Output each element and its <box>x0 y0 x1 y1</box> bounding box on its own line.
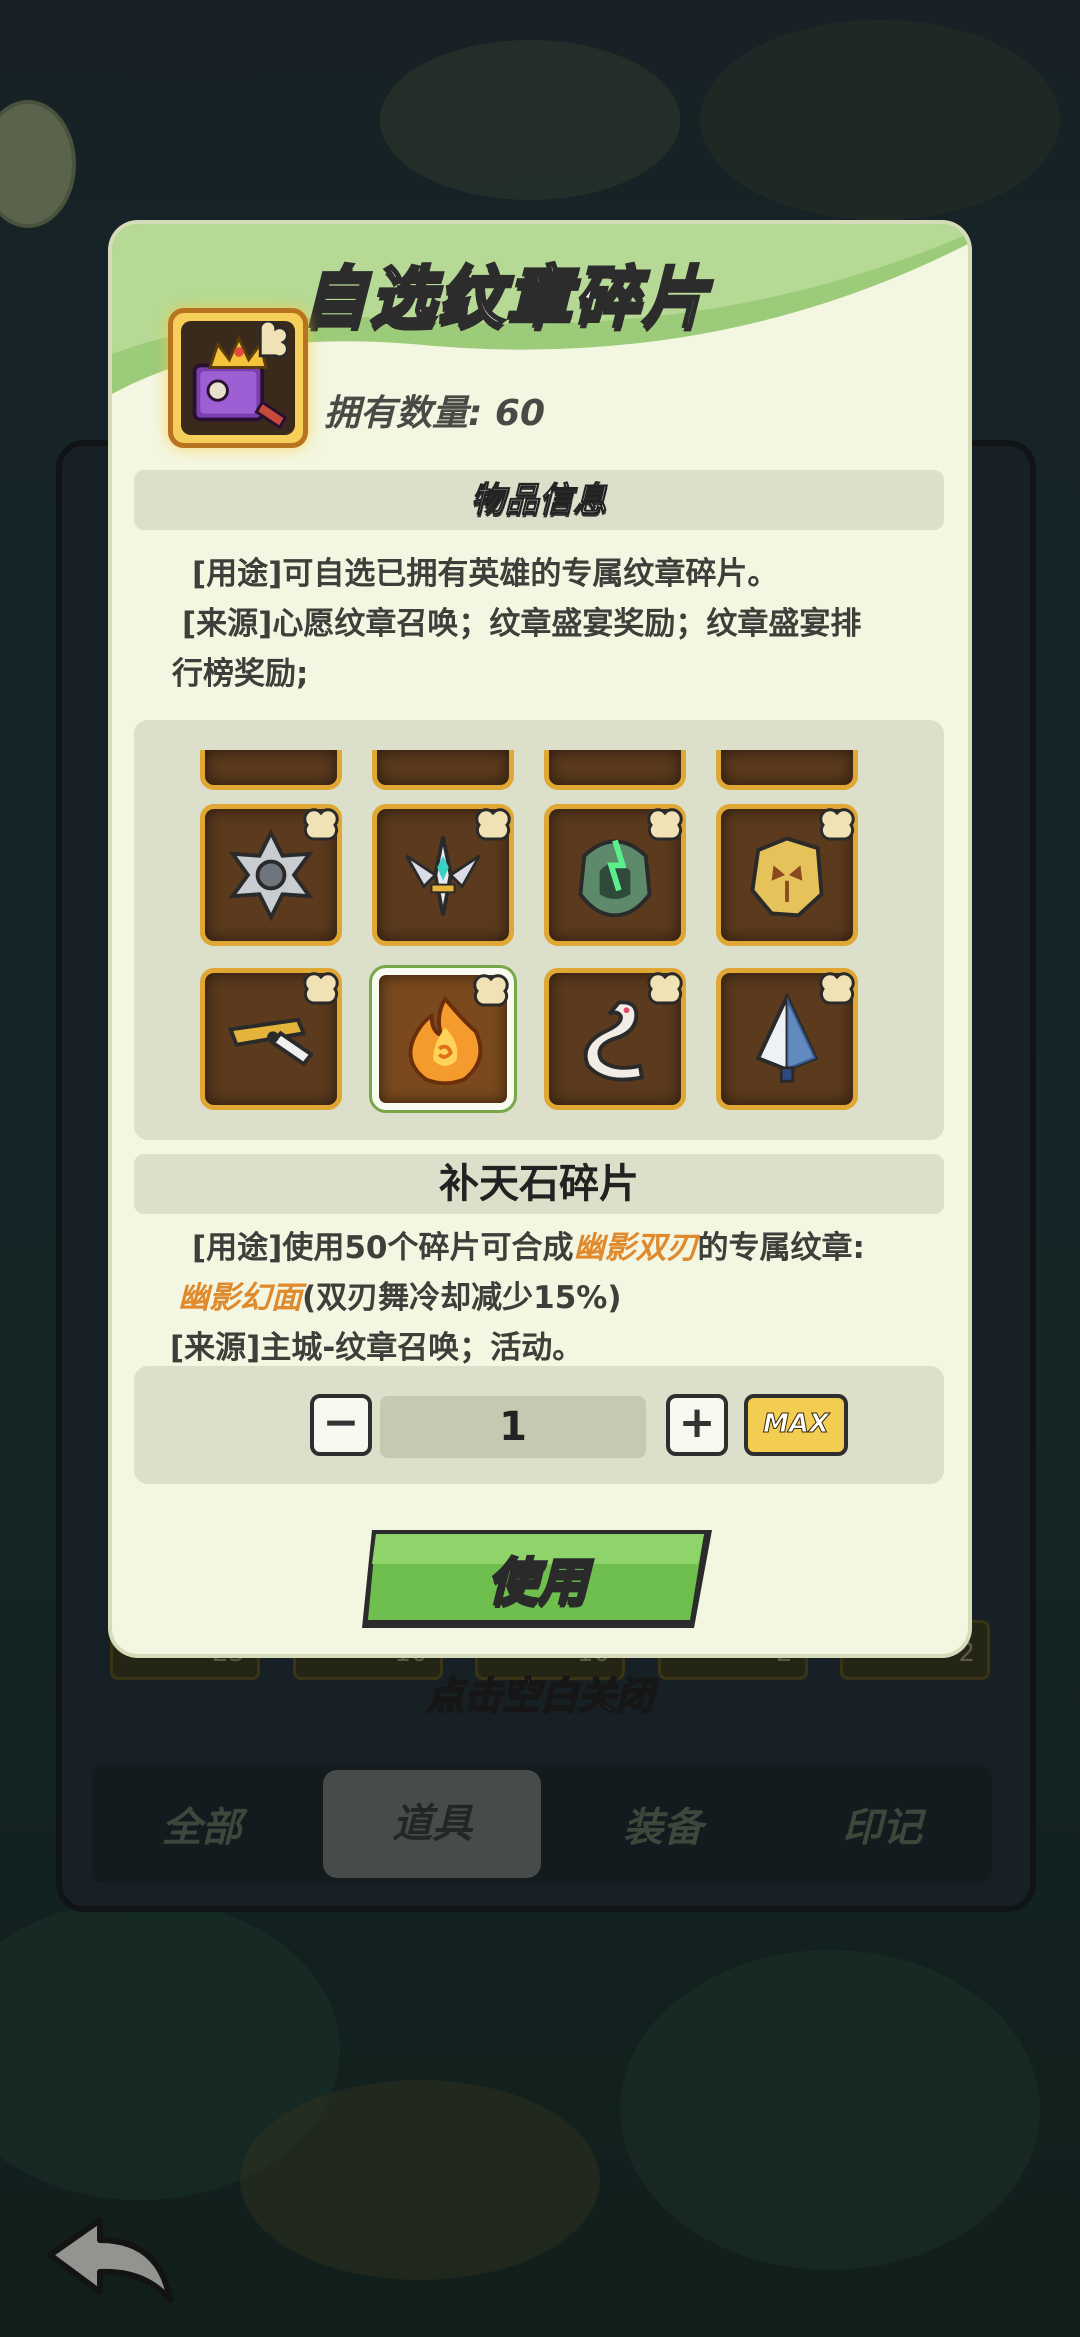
fire-stone-icon[interactable] <box>372 968 514 1110</box>
source-text-cont: 行榜奖励; <box>172 656 309 692</box>
shard-source-text: [来源]主城-纹章召唤；活动。 <box>170 1330 584 1366</box>
golden-mask-icon[interactable] <box>716 804 858 946</box>
item-detail-dialog: 自选纹章碎片 拥有数量: 60 物品信息 [用途]可自选已拥有英雄的专属纹章碎片… <box>112 224 968 1654</box>
shard-effect-text: 幽影幻面(双刃舞冷却减少15%) <box>178 1280 622 1316</box>
green-horseshoe-icon[interactable] <box>544 804 686 946</box>
quantity-value[interactable]: 1 <box>380 1396 646 1458</box>
selected-shard-header: 补天石碎片 <box>134 1154 944 1214</box>
winged-crest-icon[interactable] <box>372 804 514 946</box>
use-button[interactable]: 使用 <box>358 1524 718 1634</box>
emblem-shard-grid[interactable] <box>134 720 944 1140</box>
golden-blade-icon[interactable] <box>200 968 342 1110</box>
blue-feather-icon[interactable] <box>716 968 858 1110</box>
grid-slot[interactable] <box>544 750 686 790</box>
usage-text: [用途]可自选已拥有英雄的专属纹章碎片。 <box>192 556 779 592</box>
shard-usage-text: [用途]使用50个碎片可合成幽影双刃的专属纹章: <box>192 1230 865 1266</box>
item-info-header: 物品信息 <box>134 470 944 530</box>
grid-slot[interactable] <box>200 750 342 790</box>
increase-button[interactable]: + <box>666 1394 728 1456</box>
quantity-selector: − 1 + MAX <box>134 1366 944 1484</box>
gear-emblem-icon[interactable] <box>200 804 342 946</box>
emblem-name-highlight: 幽影幻面 <box>178 1280 302 1316</box>
dialog-title: 自选纹章碎片 <box>301 258 710 338</box>
white-serpent-icon[interactable] <box>544 968 686 1110</box>
source-text: [来源]心愿纹章召唤；纹章盛宴奖励；纹章盛宴排 <box>182 606 862 642</box>
hero-name-highlight: 幽影双刃 <box>573 1230 698 1266</box>
use-button-label: 使用 <box>487 1552 590 1613</box>
max-button[interactable]: MAX <box>744 1394 848 1456</box>
grid-slot[interactable] <box>372 750 514 790</box>
emblem-shard-chest-icon <box>168 308 308 448</box>
grid-slot[interactable] <box>716 750 858 790</box>
decrease-button[interactable]: − <box>310 1394 372 1456</box>
owned-count: 拥有数量: 60 <box>324 393 546 434</box>
